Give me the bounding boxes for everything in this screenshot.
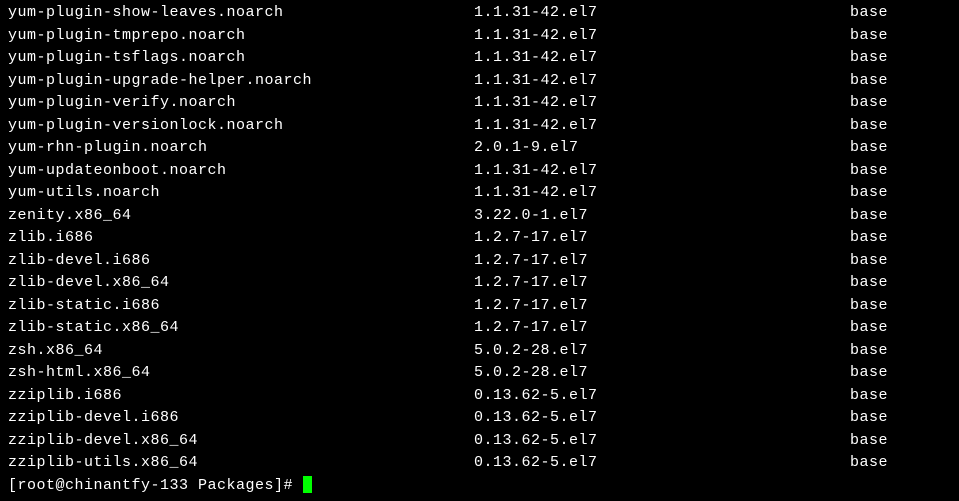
package-repo: base (850, 340, 888, 363)
package-name: zlib-devel.i686 (8, 250, 474, 273)
package-row: zlib-devel.x86_641.2.7-17.el7base (8, 272, 951, 295)
package-row: zlib-devel.i6861.2.7-17.el7base (8, 250, 951, 273)
package-row: yum-plugin-show-leaves.noarch1.1.31-42.e… (8, 2, 951, 25)
package-version: 2.0.1-9.el7 (474, 137, 850, 160)
package-row: yum-plugin-upgrade-helper.noarch1.1.31-4… (8, 70, 951, 93)
package-name: yum-utils.noarch (8, 182, 474, 205)
package-row: zlib-static.i6861.2.7-17.el7base (8, 295, 951, 318)
package-name: yum-rhn-plugin.noarch (8, 137, 474, 160)
package-row: yum-plugin-versionlock.noarch1.1.31-42.e… (8, 115, 951, 138)
package-name: yum-plugin-upgrade-helper.noarch (8, 70, 474, 93)
package-repo: base (850, 47, 888, 70)
package-name: yum-plugin-verify.noarch (8, 92, 474, 115)
package-repo: base (850, 160, 888, 183)
package-version: 1.2.7-17.el7 (474, 317, 850, 340)
package-name: yum-plugin-tmprepo.noarch (8, 25, 474, 48)
cursor-icon (303, 476, 312, 493)
package-version: 0.13.62-5.el7 (474, 452, 850, 475)
package-row: yum-updateonboot.noarch1.1.31-42.el7base (8, 160, 951, 183)
package-repo: base (850, 317, 888, 340)
package-row: zsh-html.x86_645.0.2-28.el7base (8, 362, 951, 385)
package-name: zsh.x86_64 (8, 340, 474, 363)
package-repo: base (850, 2, 888, 25)
package-repo: base (850, 430, 888, 453)
package-version: 1.2.7-17.el7 (474, 227, 850, 250)
package-version: 1.1.31-42.el7 (474, 182, 850, 205)
package-version: 5.0.2-28.el7 (474, 340, 850, 363)
package-repo: base (850, 295, 888, 318)
package-version: 0.13.62-5.el7 (474, 385, 850, 408)
package-name: zlib-static.x86_64 (8, 317, 474, 340)
package-name: zziplib-devel.i686 (8, 407, 474, 430)
package-repo: base (850, 407, 888, 430)
package-repo: base (850, 452, 888, 475)
package-name: yum-plugin-show-leaves.noarch (8, 2, 474, 25)
package-name: zsh-html.x86_64 (8, 362, 474, 385)
package-version: 1.2.7-17.el7 (474, 272, 850, 295)
package-row: yum-plugin-tmprepo.noarch1.1.31-42.el7ba… (8, 25, 951, 48)
package-row: yum-utils.noarch1.1.31-42.el7base (8, 182, 951, 205)
shell-prompt[interactable]: [root@chinantfy-133 Packages]# (8, 475, 951, 498)
package-row: zziplib-devel.i6860.13.62-5.el7base (8, 407, 951, 430)
package-version: 1.2.7-17.el7 (474, 295, 850, 318)
package-row: yum-rhn-plugin.noarch2.0.1-9.el7base (8, 137, 951, 160)
package-version: 5.0.2-28.el7 (474, 362, 850, 385)
package-repo: base (850, 182, 888, 205)
package-name: yum-plugin-tsflags.noarch (8, 47, 474, 70)
package-row: zziplib-devel.x86_640.13.62-5.el7base (8, 430, 951, 453)
package-list: yum-plugin-show-leaves.noarch1.1.31-42.e… (8, 2, 951, 475)
prompt-text: [root@chinantfy-133 Packages]# (8, 477, 303, 494)
package-name: zlib-static.i686 (8, 295, 474, 318)
terminal-output[interactable]: yum-plugin-show-leaves.noarch1.1.31-42.e… (0, 0, 959, 499)
package-name: zziplib.i686 (8, 385, 474, 408)
package-row: zlib.i6861.2.7-17.el7base (8, 227, 951, 250)
package-row: yum-plugin-tsflags.noarch1.1.31-42.el7ba… (8, 47, 951, 70)
package-name: zziplib-utils.x86_64 (8, 452, 474, 475)
package-repo: base (850, 362, 888, 385)
package-repo: base (850, 227, 888, 250)
package-version: 1.1.31-42.el7 (474, 47, 850, 70)
package-row: zenity.x86_643.22.0-1.el7base (8, 205, 951, 228)
package-name: zlib-devel.x86_64 (8, 272, 474, 295)
package-version: 1.1.31-42.el7 (474, 160, 850, 183)
package-name: zenity.x86_64 (8, 205, 474, 228)
package-name: zziplib-devel.x86_64 (8, 430, 474, 453)
package-row: zziplib.i6860.13.62-5.el7base (8, 385, 951, 408)
package-name: yum-plugin-versionlock.noarch (8, 115, 474, 138)
package-repo: base (850, 115, 888, 138)
package-version: 0.13.62-5.el7 (474, 430, 850, 453)
package-version: 1.1.31-42.el7 (474, 115, 850, 138)
package-repo: base (850, 25, 888, 48)
package-version: 1.1.31-42.el7 (474, 70, 850, 93)
package-version: 1.1.31-42.el7 (474, 92, 850, 115)
package-row: zsh.x86_645.0.2-28.el7base (8, 340, 951, 363)
package-version: 1.1.31-42.el7 (474, 25, 850, 48)
package-repo: base (850, 70, 888, 93)
package-name: zlib.i686 (8, 227, 474, 250)
package-name: yum-updateonboot.noarch (8, 160, 474, 183)
package-repo: base (850, 92, 888, 115)
package-version: 1.1.31-42.el7 (474, 2, 850, 25)
package-version: 3.22.0-1.el7 (474, 205, 850, 228)
package-version: 0.13.62-5.el7 (474, 407, 850, 430)
package-row: zziplib-utils.x86_640.13.62-5.el7base (8, 452, 951, 475)
package-repo: base (850, 137, 888, 160)
package-row: yum-plugin-verify.noarch1.1.31-42.el7bas… (8, 92, 951, 115)
package-repo: base (850, 205, 888, 228)
package-repo: base (850, 385, 888, 408)
package-repo: base (850, 250, 888, 273)
package-row: zlib-static.x86_641.2.7-17.el7base (8, 317, 951, 340)
package-version: 1.2.7-17.el7 (474, 250, 850, 273)
package-repo: base (850, 272, 888, 295)
